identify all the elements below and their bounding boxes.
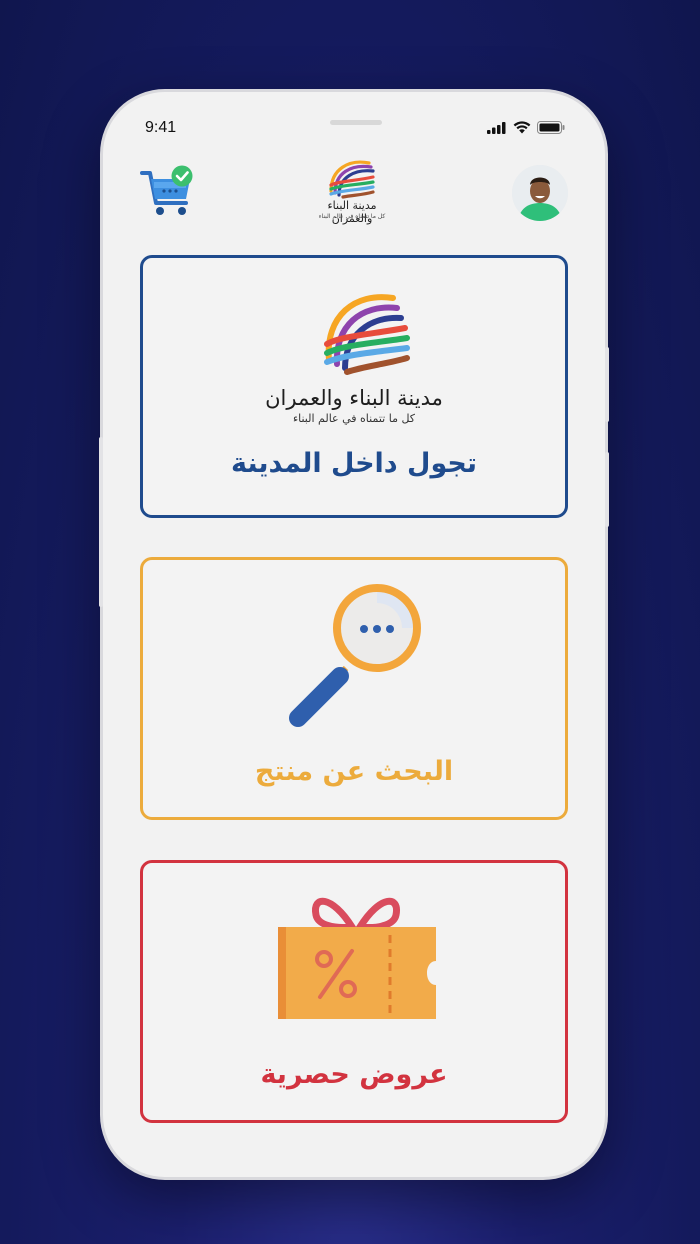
cart-button[interactable] xyxy=(140,165,198,221)
side-button-lower xyxy=(605,452,609,527)
header-logo: مدينة البناء والعمران كل ما تتمناه في عا… xyxy=(309,155,395,225)
city-logo-tagline: كل ما تتمناه في عالم البناء xyxy=(292,412,416,425)
avatar[interactable] xyxy=(512,165,568,221)
shopping-cart-icon xyxy=(140,165,193,215)
magnifier-icon xyxy=(289,584,421,727)
search-product-card[interactable]: البحث عن منتج xyxy=(140,557,568,820)
city-logo xyxy=(324,294,410,375)
city-logo-name: مدينة البناء والعمران xyxy=(265,386,443,410)
user-avatar-icon xyxy=(512,165,568,221)
side-button-upper xyxy=(605,347,609,422)
header-brand-name: مدينة البناء والعمران xyxy=(327,199,377,225)
wifi-icon xyxy=(513,121,531,134)
exclusive-offers-title: عروض حصرية xyxy=(260,1059,448,1090)
discount-coupon-icon xyxy=(278,897,436,1019)
signal-icon xyxy=(487,121,506,134)
battery-icon xyxy=(537,121,565,134)
status-icons xyxy=(487,121,565,134)
phone-frame: 9:41 مدينة البناء والعمران كل ما تتمناه … xyxy=(99,92,609,1177)
search-product-title: البحث عن منتج xyxy=(254,756,454,787)
brand-logo-icon xyxy=(329,160,375,199)
explore-city-card[interactable]: مدينة البناء والعمران كل ما تتمناه في عا… xyxy=(140,255,568,518)
header-brand-tagline: كل ما تتمناه في عالم البناء xyxy=(318,213,386,220)
explore-city-title: تجول داخل المدينة xyxy=(230,448,478,479)
exclusive-offers-card[interactable]: عروض حصرية xyxy=(140,860,568,1123)
volume-button xyxy=(99,437,103,607)
status-time: 9:41 xyxy=(145,119,177,136)
speaker-notch xyxy=(330,120,382,125)
